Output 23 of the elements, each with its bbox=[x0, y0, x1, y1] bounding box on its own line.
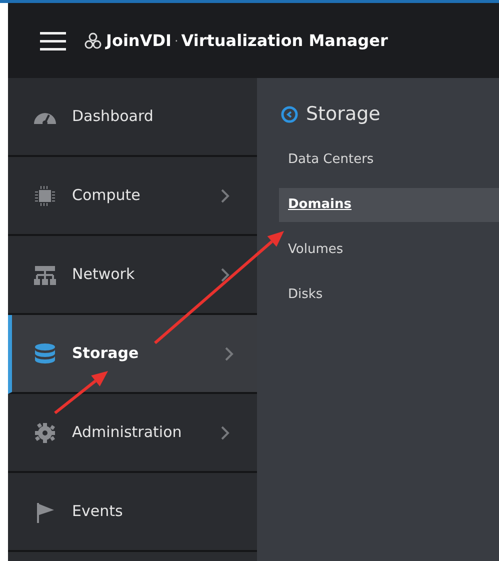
product-name: Virtualization Manager bbox=[181, 30, 388, 52]
sidebar-label: Dashboard bbox=[72, 106, 154, 128]
sidebar-label: Administration bbox=[72, 422, 182, 444]
submenu-title: Storage bbox=[306, 102, 380, 127]
submenu-link[interactable]: Volumes bbox=[279, 232, 499, 266]
sidebar-label: Storage bbox=[72, 343, 139, 364]
sidebar-item[interactable]: Storage bbox=[8, 315, 257, 394]
chip-icon bbox=[32, 184, 58, 206]
brand-name: JoinVDI bbox=[106, 30, 172, 52]
sidebar-label: Network bbox=[72, 264, 135, 286]
menu-icon[interactable] bbox=[40, 30, 66, 50]
back-icon[interactable] bbox=[281, 106, 298, 123]
logo-icon bbox=[84, 32, 102, 50]
submenu-link[interactable]: Domains bbox=[279, 188, 499, 222]
sidebar-label: Compute bbox=[72, 185, 140, 206]
gear-icon bbox=[32, 422, 58, 444]
network-icon bbox=[32, 264, 58, 286]
annotation-arrow bbox=[54, 371, 108, 414]
database-icon bbox=[32, 342, 58, 364]
sidebar-label: Events bbox=[72, 501, 123, 522]
title-separator: · bbox=[174, 32, 178, 50]
submenu-link[interactable]: Disks bbox=[279, 278, 499, 312]
submenu-link[interactable]: Data Centers bbox=[279, 142, 499, 176]
